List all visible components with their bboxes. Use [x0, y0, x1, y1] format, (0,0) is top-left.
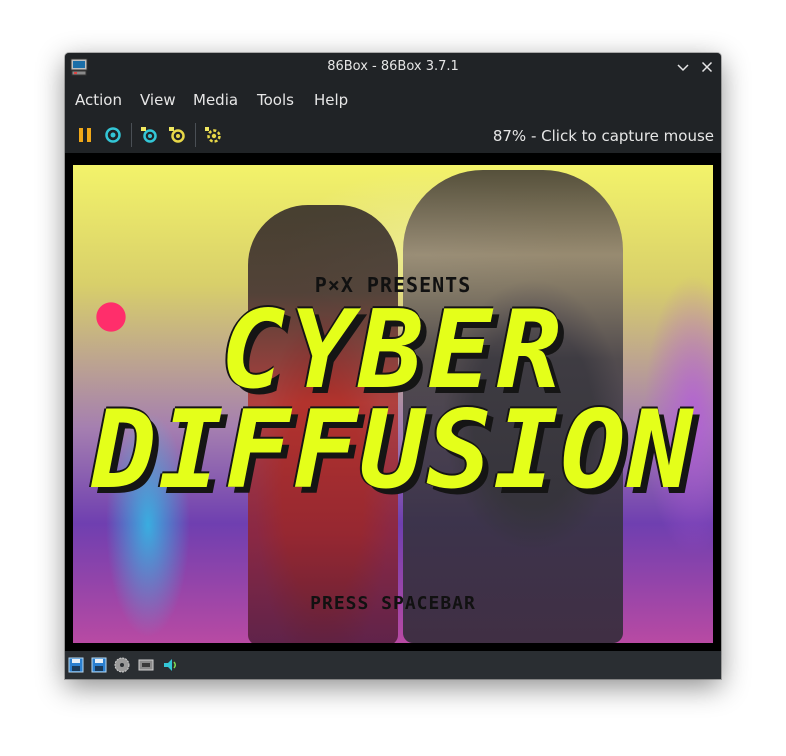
press-spacebar-prompt: PRESS SPACEBAR	[310, 593, 476, 614]
pause-icon[interactable]	[75, 125, 95, 145]
window-title: 86Box - 86Box 3.7.1	[327, 59, 459, 74]
ctrl-alt-del-icon[interactable]	[103, 125, 123, 145]
menu-media[interactable]: Media	[193, 91, 238, 109]
menu-bar: Action View Media Tools Help	[65, 81, 721, 117]
floppy-b-icon[interactable]	[90, 656, 108, 674]
sound-icon[interactable]	[161, 656, 179, 674]
floppy-a-icon[interactable]	[67, 656, 85, 674]
close-icon[interactable]	[698, 58, 716, 76]
emulated-display-frame[interactable]: P×X PRESENTS CYBER DIFFUSION PRESS SPACE…	[65, 153, 721, 651]
menu-help[interactable]: Help	[314, 91, 348, 109]
toolbar: 87% - Click to capture mouse	[65, 117, 721, 153]
title-bar: 86Box - 86Box 3.7.1	[65, 53, 721, 81]
capture-status: 87% - Click to capture mouse	[492, 127, 714, 145]
chevron-down-icon[interactable]	[674, 58, 692, 76]
toolbar-separator	[131, 123, 132, 147]
settings-icon-a[interactable]	[167, 125, 187, 145]
settings-icon-b[interactable]	[203, 125, 223, 145]
menu-tools[interactable]: Tools	[257, 91, 294, 109]
menu-action[interactable]: Action	[75, 91, 122, 109]
network-icon[interactable]	[137, 656, 155, 674]
cdrom-icon[interactable]	[113, 656, 131, 674]
hard-reset-icon[interactable]	[139, 125, 159, 145]
status-bar	[65, 651, 721, 679]
toolbar-separator	[195, 123, 196, 147]
game-title-line2: DIFFUSION	[91, 388, 695, 513]
emulator-window: 86Box - 86Box 3.7.1 Action View Media To…	[65, 53, 721, 679]
emulated-screen[interactable]: P×X PRESENTS CYBER DIFFUSION PRESS SPACE…	[73, 165, 713, 643]
menu-view[interactable]: View	[140, 91, 176, 109]
